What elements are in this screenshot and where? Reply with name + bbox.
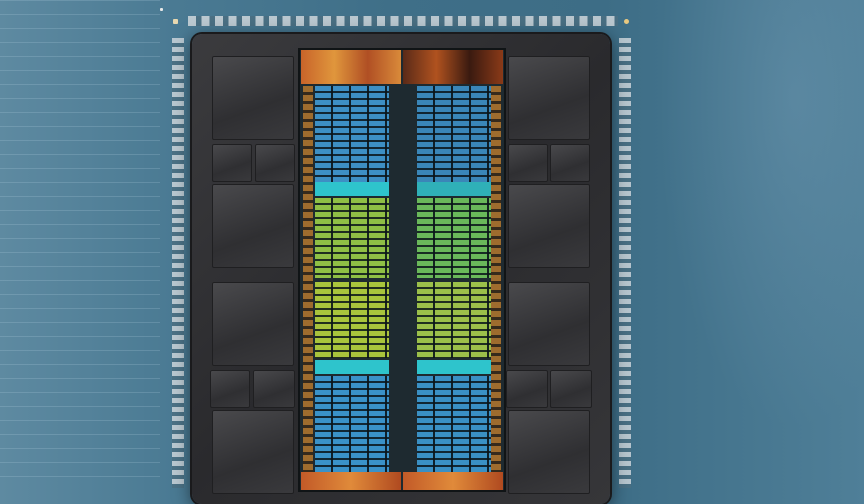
die-right-cyan-band-2 bbox=[417, 360, 491, 374]
die-left-half bbox=[301, 50, 401, 490]
die-right-io-strip bbox=[491, 86, 501, 476]
die-left-top-logic bbox=[301, 50, 401, 84]
hbm-left-4 bbox=[212, 282, 294, 366]
die-right-cores-blue-bottom bbox=[417, 376, 491, 472]
gpu-die bbox=[298, 48, 506, 492]
left-pad-column bbox=[172, 38, 184, 488]
die-left-cores-green-top bbox=[315, 198, 389, 278]
hbm-left-6 bbox=[212, 410, 294, 494]
background-glow bbox=[634, 0, 864, 486]
corner-pad-top-left-small bbox=[160, 8, 163, 11]
die-right-cores-blue-top bbox=[417, 86, 491, 182]
die-left-cores-blue-top bbox=[315, 86, 389, 182]
die-left-cores-blue-bottom bbox=[315, 376, 389, 472]
hbm-right-4 bbox=[508, 282, 590, 366]
hbm-left-5a bbox=[210, 370, 250, 408]
right-pad-column bbox=[619, 38, 631, 488]
hbm-right-2a bbox=[508, 144, 548, 182]
die-left-cyan-band-1 bbox=[315, 182, 389, 196]
die-right-cyan-band-1 bbox=[417, 182, 491, 196]
background-traces bbox=[0, 0, 160, 486]
die-left-bottom-logic bbox=[301, 472, 401, 490]
hbm-right-6 bbox=[508, 410, 590, 494]
hbm-right-2b bbox=[550, 144, 590, 182]
die-right-top-logic bbox=[403, 50, 503, 84]
hbm-right-1 bbox=[508, 56, 590, 140]
hbm-left-1 bbox=[212, 56, 294, 140]
hbm-left-2a bbox=[212, 144, 252, 182]
corner-pad-top-right bbox=[624, 19, 629, 24]
hbm-left-5b bbox=[253, 370, 295, 408]
top-pad-row bbox=[188, 16, 618, 26]
die-right-cores-green-top bbox=[417, 198, 491, 278]
hbm-right-3 bbox=[508, 184, 590, 268]
corner-pad-top-left bbox=[173, 19, 178, 24]
hbm-right-5b bbox=[550, 370, 592, 408]
die-right-bottom-logic bbox=[403, 472, 503, 490]
hbm-right-5a bbox=[506, 370, 548, 408]
die-left-cores-green-bottom bbox=[315, 282, 389, 358]
die-right-half bbox=[403, 50, 503, 490]
hbm-left-3 bbox=[212, 184, 294, 268]
die-left-cyan-band-2 bbox=[315, 360, 389, 374]
die-left-io-strip bbox=[303, 86, 313, 476]
die-right-cores-green-bottom bbox=[417, 282, 491, 358]
hbm-left-2b bbox=[255, 144, 295, 182]
